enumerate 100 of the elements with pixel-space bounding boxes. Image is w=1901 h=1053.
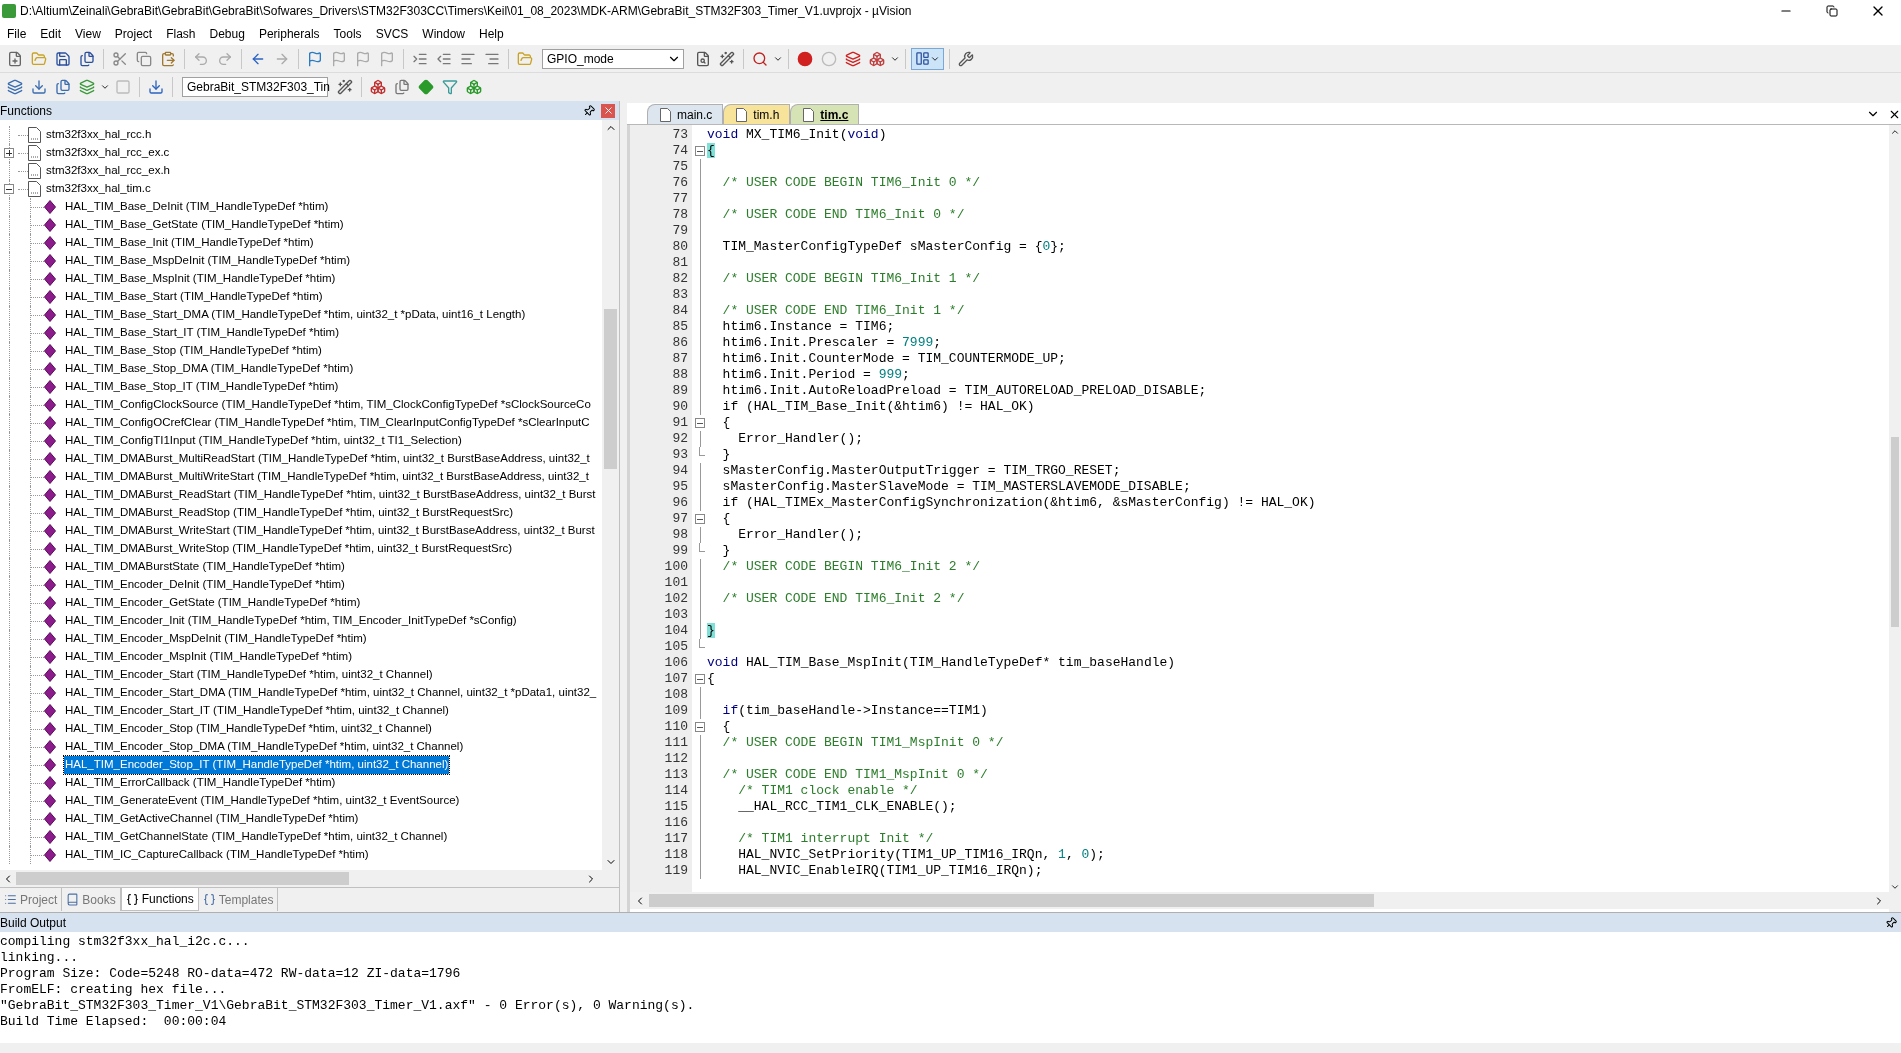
fold-toggle[interactable] [695,674,705,684]
search-icon[interactable] [752,50,768,67]
function-item[interactable]: HAL_TIM_GetChannelState (TIM_HandleTypeDef *htim, uint32_t Channel) [64,828,449,846]
scroll-thumb[interactable] [1891,437,1899,627]
load-icon[interactable] [148,79,164,95]
menu-item[interactable]: Help [472,22,511,45]
menu-item[interactable]: Tools [326,22,369,45]
function-item[interactable]: HAL_TIM_Base_Start_IT (TIM_HandleTypeDef *htim) [64,324,340,342]
horizontal-scrollbar[interactable] [0,870,619,887]
menu-item[interactable]: Window [415,22,472,45]
function-item[interactable]: HAL_TIM_Encoder_Init (TIM_HandleTypeDef *htim, TIM_Encoder_InitTypeDef *sConfig) [64,612,518,630]
function-item[interactable]: HAL_TIM_Encoder_Start (TIM_HandleTypeDef *htim, uint32_t Channel) [64,666,434,684]
function-item[interactable]: HAL_TIM_Encoder_Start_DMA (TIM_HandleTypeDef *htim, uint32_t Channel, uint32_t *pData1, uint32_ [64,684,598,702]
function-item[interactable]: HAL_TIM_ConfigClockSource (TIM_HandleTypeDef *htim, TIM_ClockConfigTypeDef *sClockSourceCo [64,396,592,414]
function-item[interactable]: HAL_TIM_Base_Stop_IT (TIM_HandleTypeDef *htim) [64,378,340,396]
panel-tab[interactable]: Project [0,888,63,911]
menu-item[interactable]: Flash [159,22,203,45]
function-item[interactable]: HAL_TIM_ConfigTI1Input (TIM_HandleTypeDef *htim, uint32_t TI1_Selection) [64,432,463,450]
function-item[interactable]: HAL_TIM_Encoder_Stop (TIM_HandleTypeDef *htim, uint32_t Channel) [64,720,433,738]
function-item[interactable]: HAL_TIM_DMABurstState (TIM_HandleTypeDef *htim) [64,558,346,576]
tree-file-label[interactable]: stm32f3xx_hal_rcc_ex.h [46,162,170,180]
flag-icon[interactable] [331,50,347,67]
editor-tab[interactable]: main.c [647,104,724,124]
scroll-thumb[interactable] [604,309,617,469]
diamond-icon[interactable] [418,79,434,95]
scroll-down-icon[interactable] [1890,882,1900,892]
find-in-files-icon[interactable] [695,50,711,67]
horizontal-scrollbar[interactable] [630,892,1889,909]
function-item[interactable]: HAL_TIM_IC_CaptureCallback (TIM_HandleTypeDef *htim) [64,846,370,864]
function-item[interactable]: HAL_TIM_Base_Init (TIM_HandleTypeDef *htim) [64,234,315,252]
function-item[interactable]: HAL_TIM_Encoder_DeInit (TIM_HandleTypeDef *htim) [64,576,346,594]
folder-icon[interactable] [31,50,47,67]
fold-toggle[interactable] [695,722,705,732]
undo-icon[interactable] [193,50,209,67]
menu-item[interactable]: SVCS [368,22,416,45]
function-item[interactable]: HAL_TIM_Encoder_GetState (TIM_HandleTypeDef *htim) [64,594,362,612]
function-item[interactable]: HAL_TIM_DMABurst_ReadStop (TIM_HandleTypeDef *htim, uint32_t BurstRequestSrc) [64,504,515,522]
panel-tab[interactable]: Books [62,888,121,911]
flag-icon[interactable] [307,50,323,67]
function-item[interactable]: HAL_TIM_Base_GetState (TIM_HandleTypeDef *htim) [64,216,345,234]
scroll-thumb[interactable] [649,894,1374,907]
funnel-icon[interactable] [442,79,458,95]
folder-icon[interactable] [517,50,533,67]
menu-item[interactable]: View [68,22,108,45]
menu-item[interactable]: Peripherals [251,22,327,45]
function-item[interactable]: HAL_TIM_ErrorCallback (TIM_HandleTypeDef *htim) [64,774,337,792]
copy-icon[interactable] [136,50,152,67]
editor-tab[interactable]: tim.c [790,104,860,124]
function-item[interactable]: HAL_TIM_Base_Stop_DMA (TIM_HandleTypeDef *htim) [64,360,355,378]
function-item[interactable]: HAL_TIM_DMABurst_MultiWriteStart (TIM_HandleTypeDef *htim, uint32_t BurstBaseAddress, uint32_t [64,468,590,486]
function-item[interactable]: HAL_TIM_GetActiveChannel (TIM_HandleTypeDef *htim) [64,810,360,828]
menu-item[interactable]: Edit [33,22,69,45]
find-dropdown[interactable]: GPIO_mode [542,48,684,69]
function-item[interactable]: HAL_TIM_Encoder_Stop_IT (TIM_HandleTypeDef *htim, uint32_t Channel) [64,756,450,774]
panel-tab[interactable]: Templates [198,888,279,911]
function-item[interactable]: HAL_TIM_DMABurst_MultiReadStart (TIM_HandleTypeDef *htim, uint32_t BurstBaseAddress, uint32_t [64,450,591,468]
function-item[interactable]: HAL_TIM_Encoder_Start_IT (TIM_HandleTypeDef *htim, uint32_t Channel) [64,702,450,720]
menu-item[interactable]: Project [107,22,160,45]
function-item[interactable]: HAL_TIM_DMABurst_ReadStart (TIM_HandleTypeDef *htim, uint32_t BurstBaseAddress, uint32_t Burst [64,486,597,504]
cubes-icon[interactable] [869,50,885,67]
expand-toggle[interactable] [4,148,14,158]
redo-icon[interactable] [217,50,233,67]
function-item[interactable]: HAL_TIM_ConfigOCrefClear (TIM_HandleTypeDef *htim, TIM_ClearInputConfigTypeDef *sClearInputC [64,414,591,432]
breakpoint-icon[interactable] [797,50,813,67]
menu-item[interactable]: File [0,22,34,45]
menu-item[interactable]: Debug [202,22,252,45]
scroll-thumb[interactable] [16,872,349,885]
tree-file-label[interactable]: stm32f3xx_hal_tim.c [46,180,151,198]
function-item[interactable]: HAL_TIM_Base_Start (TIM_HandleTypeDef *htim) [64,288,324,306]
expand-toggle[interactable] [4,184,14,194]
function-item[interactable]: HAL_TIM_GenerateEvent (TIM_HandleTypeDef *htim, uint32_t EventSource) [64,792,461,810]
function-item[interactable]: HAL_TIM_Encoder_MspInit (TIM_HandleTypeDef *htim) [64,648,353,666]
scroll-up-icon[interactable] [1890,127,1900,137]
tree-file-label[interactable]: stm32f3xx_hal_rcc_ex.c [46,144,170,162]
fold-toggle[interactable] [695,418,705,428]
vertical-scrollbar[interactable] [1889,125,1901,912]
flag-icon[interactable] [355,50,371,67]
function-item[interactable]: HAL_TIM_Encoder_Stop_DMA (TIM_HandleTypeDef *htim, uint32_t Channel) [64,738,465,756]
target-dropdown[interactable]: GebraBit_STM32F303_Tin [182,77,328,97]
panel-tab[interactable]: Functions [120,888,199,911]
function-item[interactable]: HAL_TIM_DMABurst_WriteStart (TIM_HandleTypeDef *htim, uint32_t BurstBaseAddress, uint32_t Burst [64,522,596,540]
fold-toggle[interactable] [695,514,705,524]
cut-icon[interactable] [112,50,128,67]
wrench-icon[interactable] [958,50,974,67]
function-item[interactable]: HAL_TIM_Base_DeInit (TIM_HandleTypeDef *htim) [64,198,330,216]
flag-icon[interactable] [379,50,395,67]
wand-icon[interactable] [719,50,735,67]
window-layout-button[interactable] [911,47,944,70]
function-item[interactable]: HAL_TIM_Base_MspDeInit (TIM_HandleTypeDef *htim) [64,252,352,270]
function-item[interactable]: HAL_TIM_Base_Stop (TIM_HandleTypeDef *htim) [64,342,323,360]
tree-file-label[interactable]: stm32f3xx_hal_rcc.h [46,126,152,144]
editor-tab[interactable]: tim.h [723,104,791,124]
close-tab-icon[interactable] [1888,108,1901,121]
vertical-scrollbar[interactable] [602,120,619,870]
new-file-icon[interactable] [7,50,23,67]
function-item[interactable]: HAL_TIM_Base_MspInit (TIM_HandleTypeDef *htim) [64,270,337,288]
restore-icon[interactable] [1826,5,1838,17]
save-icon[interactable] [55,50,71,67]
function-item[interactable]: HAL_TIM_Encoder_MspDeInit (TIM_HandleTypeDef *htim) [64,630,368,648]
function-item[interactable]: HAL_TIM_DMABurst_WriteStop (TIM_HandleTypeDef *htim, uint32_t BurstRequestSrc) [64,540,514,558]
